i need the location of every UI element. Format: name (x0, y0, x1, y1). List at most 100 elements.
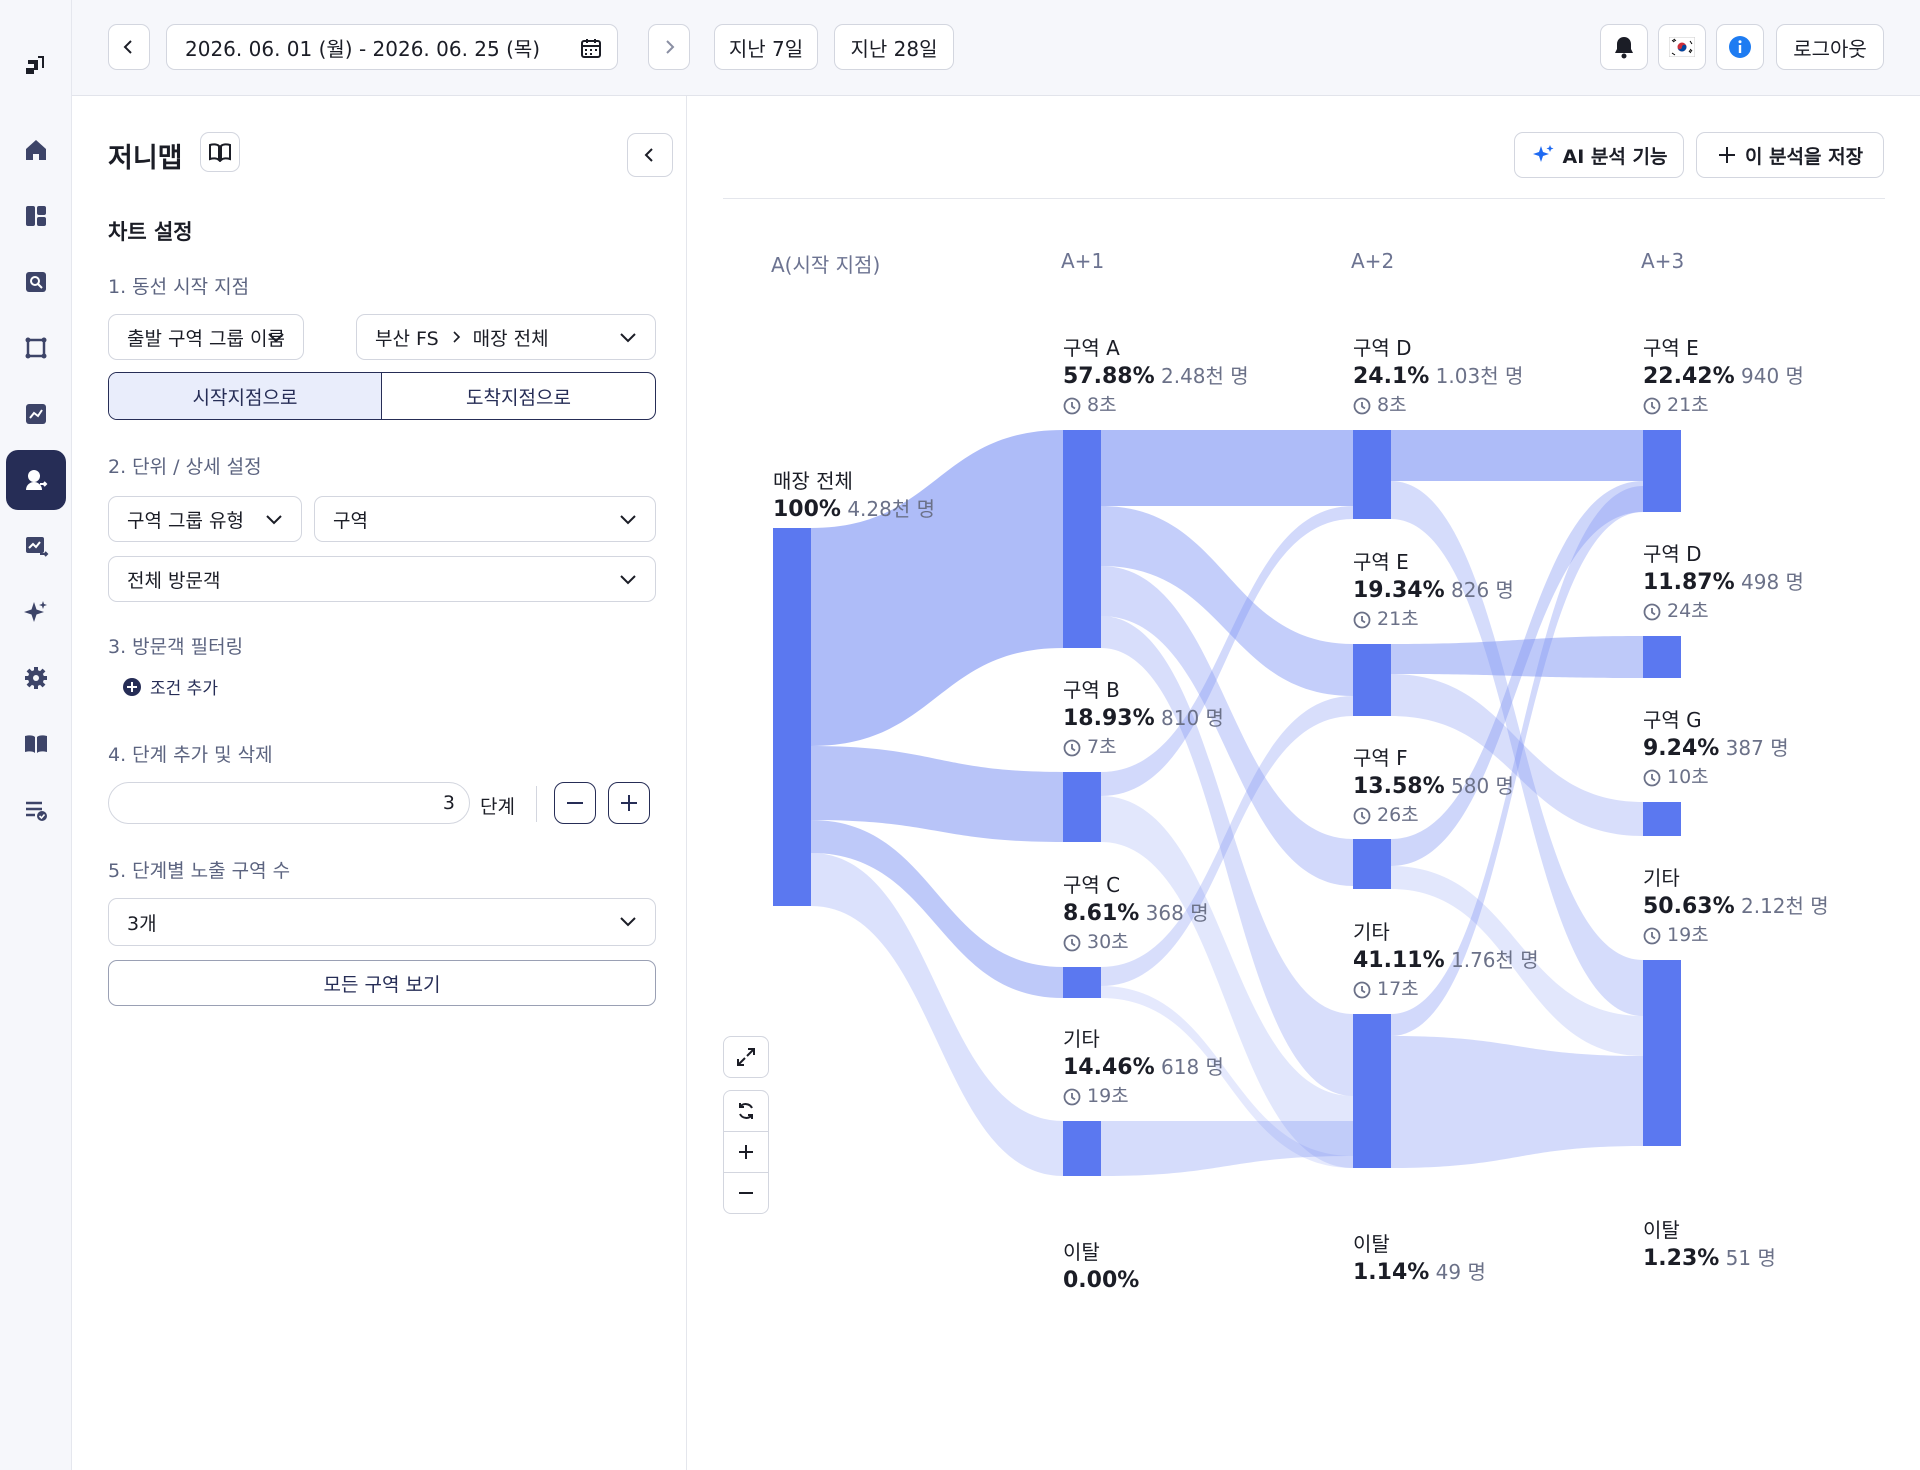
settings-gear-icon[interactable] (18, 660, 54, 696)
logout-label: 로그아웃 (1793, 36, 1867, 61)
zoom-in-button[interactable] (723, 1131, 769, 1173)
chart-settings-heading: 차트 설정 (108, 220, 193, 244)
node-time-text: 21초 (1377, 608, 1419, 630)
next-period-button[interactable] (648, 24, 690, 70)
plus-icon (739, 1145, 753, 1159)
node-dwell-time: 10초 (1643, 768, 1789, 787)
journey-map-icon[interactable] (6, 450, 66, 510)
node-count: 618 명 (1154, 1055, 1224, 1079)
node-count: 580 명 (1444, 774, 1514, 798)
increase-step-button[interactable] (608, 782, 650, 824)
zoom-out-button[interactable] (723, 1172, 769, 1214)
node-percent: 14.46% (1063, 1055, 1155, 1080)
task-list-icon[interactable] (18, 792, 54, 828)
search-report-icon[interactable] (18, 264, 54, 300)
sankey-node-bar[interactable] (1353, 839, 1391, 889)
sankey-node-label: 이탈 1.23% 51 명 (1643, 1220, 1776, 1278)
toggle-end-option[interactable]: 도착지점으로 (382, 373, 655, 419)
language-flag-button[interactable] (1658, 24, 1706, 70)
notification-bell-icon[interactable] (1600, 24, 1648, 70)
node-name: 구역 A (1063, 336, 1120, 360)
area-icon[interactable] (18, 330, 54, 366)
sankey-node-bar[interactable] (1063, 430, 1101, 648)
node-dwell-time: 26초 (1353, 806, 1514, 825)
clock-icon (1643, 927, 1661, 944)
node-name: 기타 (1063, 1027, 1100, 1051)
node-percent: 13.58% (1353, 774, 1445, 799)
prev-period-button[interactable] (108, 24, 150, 70)
toggle-start-option[interactable]: 시작지점으로 (109, 373, 382, 419)
logout-button[interactable]: 로그아웃 (1776, 24, 1884, 70)
home-icon[interactable] (18, 132, 54, 168)
logo-icon[interactable] (18, 46, 54, 82)
node-time-text: 7초 (1087, 736, 1117, 758)
last-7-days-button[interactable]: 지난 7일 (714, 24, 818, 70)
start-group-dropdown[interactable]: 출발 구역 그룹 이름 (108, 314, 304, 360)
flow-link[interactable] (1101, 1121, 1353, 1176)
node-time-text: 24초 (1667, 600, 1709, 622)
ai-sparkle-icon[interactable] (18, 594, 54, 630)
analytics-icon[interactable] (18, 528, 54, 564)
node-percent: 11.87% (1643, 570, 1735, 595)
guide-book-icon[interactable] (18, 726, 54, 762)
sankey-node-label: 구역 C 8.61% 368 명 30초 (1063, 875, 1209, 952)
node-name: 기타 (1643, 866, 1680, 890)
flow-link[interactable] (1391, 430, 1643, 481)
sankey-node-bar[interactable] (1643, 802, 1681, 836)
fullscreen-button[interactable] (723, 1036, 769, 1078)
sankey-node-bar[interactable] (1643, 636, 1681, 678)
flow-link[interactable] (1101, 430, 1353, 506)
sankey-node-bar[interactable] (1063, 967, 1101, 998)
flow-link[interactable] (1391, 1036, 1643, 1168)
last-28-days-button[interactable]: 지난 28일 (834, 24, 954, 70)
column-header: A+3 (1641, 249, 1685, 273)
node-name: 구역 G (1643, 708, 1702, 732)
node-dwell-time: 8초 (1063, 396, 1249, 415)
guide-book-button[interactable] (200, 132, 240, 172)
decrease-step-button[interactable] (554, 782, 596, 824)
visitor-type-dropdown[interactable]: 전체 방문객 (108, 556, 656, 602)
chevron-down-icon (620, 515, 636, 525)
collapse-panel-button[interactable] (627, 133, 673, 177)
reset-view-button[interactable] (723, 1090, 769, 1132)
calendar-icon (581, 39, 601, 58)
sankey-node-bar[interactable] (773, 528, 811, 906)
step-section-label: 4. 단계 추가 및 삭제 (108, 744, 273, 766)
node-name: 이탈 (1353, 1232, 1390, 1256)
node-time-text: 30초 (1087, 931, 1129, 953)
node-percent: 1.23% (1643, 1246, 1720, 1271)
node-count: 387 명 (1719, 736, 1789, 760)
korea-flag-icon (1669, 37, 1695, 57)
view-all-zones-button[interactable]: 모든 구역 보기 (108, 960, 656, 1006)
trend-icon[interactable] (18, 396, 54, 432)
group-type-dropdown[interactable]: 구역 그룹 유형 (108, 496, 302, 542)
node-percent: 0.00% (1063, 1268, 1140, 1293)
sankey-node-bar[interactable] (1063, 772, 1101, 842)
divider (536, 786, 537, 822)
sankey-node-label: 기타 14.46% 618 명 19초 (1063, 1029, 1224, 1106)
zone-count-dropdown[interactable]: 3개 (108, 898, 656, 946)
sankey-node-bar[interactable] (1353, 1014, 1391, 1168)
sankey-node-bar[interactable] (1353, 430, 1391, 519)
node-name: 기타 (1353, 920, 1390, 944)
store-scope-dropdown[interactable]: 부산 FS 매장 전체 (356, 314, 656, 360)
sankey-node-label: 기타 50.63% 2.12천 명 19초 (1643, 868, 1829, 945)
info-icon[interactable] (1716, 24, 1764, 70)
node-dwell-time: 17초 (1353, 980, 1539, 999)
step-count-input[interactable]: 3 (108, 782, 470, 824)
zone-dropdown[interactable]: 구역 (314, 496, 656, 542)
node-count: 2.48천 명 (1154, 364, 1249, 388)
dashboard-icon[interactable] (18, 198, 54, 234)
date-range-picker[interactable]: 2026. 06. 01 (월) - 2026. 06. 25 (목) (166, 24, 618, 70)
sankey-node-bar[interactable] (1643, 430, 1681, 512)
sankey-node-bar[interactable] (1643, 960, 1681, 1146)
plus-circle-icon (123, 677, 141, 696)
node-percent: 1.14% (1353, 1260, 1430, 1285)
visitor-type-value: 전체 방문객 (127, 569, 221, 592)
sankey-node-bar[interactable] (1353, 644, 1391, 716)
add-condition-button[interactable]: 조건 추가 (122, 674, 218, 699)
node-count: 498 명 (1734, 570, 1804, 594)
sankey-node-bar[interactable] (1063, 1121, 1101, 1176)
node-count: 1.03천 명 (1429, 364, 1524, 388)
clock-icon (1063, 739, 1081, 756)
